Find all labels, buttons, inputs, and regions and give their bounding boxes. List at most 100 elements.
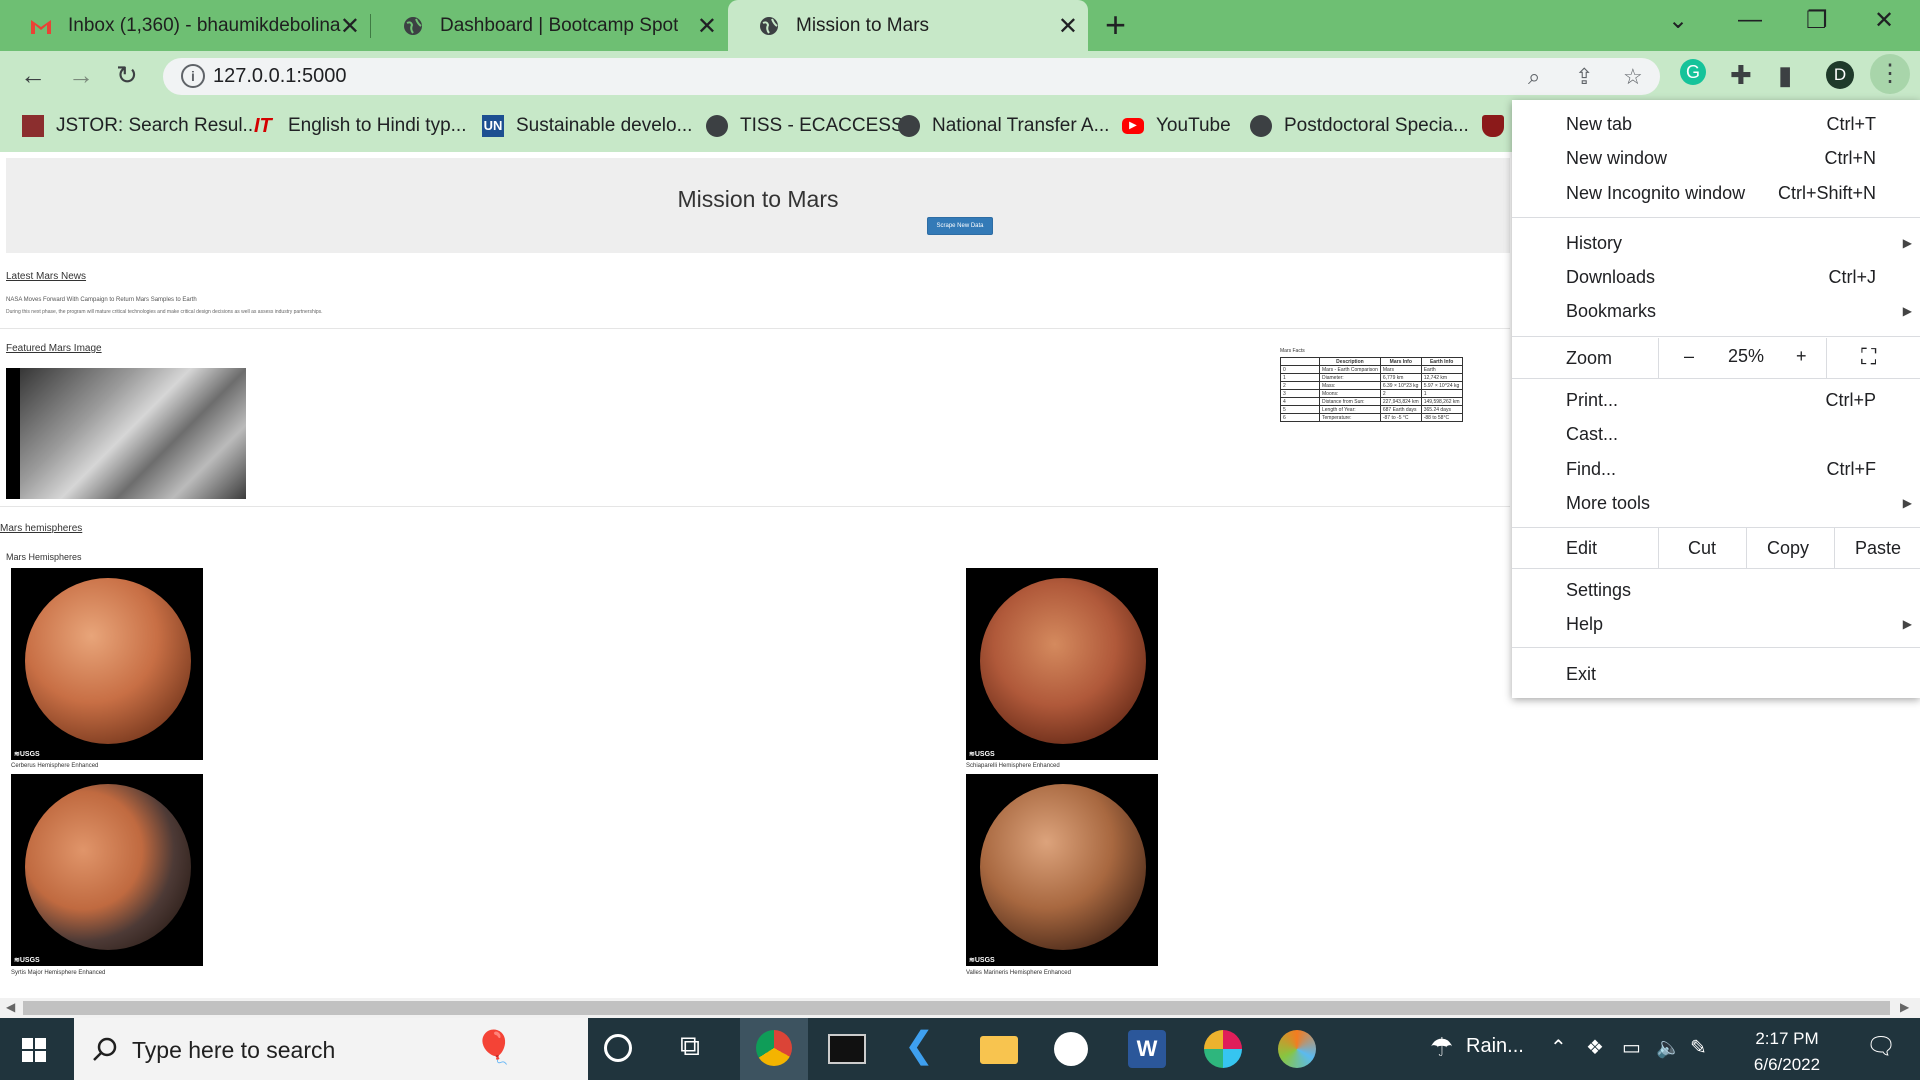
- menu-exit[interactable]: Exit: [1566, 664, 1596, 685]
- vscode-icon[interactable]: ❮: [904, 1024, 942, 1065]
- tab-title: Mission to Mars: [796, 14, 930, 36]
- tab-bootcamp[interactable]: Dashboard | Bootcamp Spot ✕: [372, 0, 727, 51]
- taskbar-chrome[interactable]: [740, 1018, 808, 1080]
- paint-icon[interactable]: [1278, 1030, 1316, 1068]
- word-icon[interactable]: W: [1128, 1030, 1166, 1068]
- profile-avatar[interactable]: D: [1826, 61, 1854, 89]
- table-header: Earth Info: [1420, 357, 1463, 366]
- bookmark-english-hindi[interactable]: IT English to Hindi typ...: [254, 115, 466, 137]
- table-row: 6 Temperature: -87 to -5 °C -88 to 58°C: [1280, 413, 1463, 422]
- shortcut: Ctrl+F: [1826, 459, 1877, 479]
- un-icon: UN: [482, 115, 504, 137]
- copy-button[interactable]: Copy: [1767, 538, 1809, 559]
- hemisphere-image-valles-marineris: ≋USGS: [966, 774, 1158, 966]
- close-window-icon[interactable]: ✕: [1874, 6, 1894, 35]
- tab-separator: [370, 14, 371, 38]
- menu-settings[interactable]: Settings: [1566, 580, 1631, 601]
- extensions-icon[interactable]: ✚: [1730, 60, 1752, 91]
- scrape-button[interactable]: Scrape New Data: [927, 217, 993, 235]
- zoom-out-button[interactable]: –: [1684, 346, 1694, 367]
- hemispheres-heading: Mars hemispheres: [0, 523, 83, 534]
- table-header: Mars Info: [1379, 357, 1422, 366]
- bookmark-postdoctoral[interactable]: Postdoctoral Specia...: [1250, 115, 1469, 137]
- cut-button[interactable]: Cut: [1688, 538, 1716, 559]
- tab-mission-to-mars[interactable]: Mission to Mars ✕: [728, 0, 1088, 51]
- bookmark-tiss[interactable]: TISS - ECACCESS: [706, 115, 904, 137]
- bookmark-youtube[interactable]: ▶ YouTube: [1122, 115, 1231, 137]
- zoom-icon[interactable]: ⌕: [1528, 64, 1540, 90]
- submenu-arrow-icon: ▶: [1902, 496, 1912, 510]
- volume-icon[interactable]: 🔈: [1656, 1035, 1681, 1060]
- fullscreen-icon[interactable]: ⛶: [1861, 344, 1876, 370]
- url-text[interactable]: 127.0.0.1:5000: [213, 65, 346, 88]
- menu-bookmarks[interactable]: Bookmarks: [1566, 301, 1656, 322]
- menu-history[interactable]: History: [1566, 233, 1622, 254]
- hemispheres-subheading: Mars Hemispheres: [6, 552, 82, 562]
- tab-strip: Inbox (1,360) - bhaumikdebolina ✕ Dashbo…: [0, 0, 1920, 51]
- menu-new-incognito[interactable]: New Incognito window: [1566, 183, 1745, 204]
- horizontal-scrollbar[interactable]: ◀ ▶: [0, 998, 1920, 1018]
- minimize-icon[interactable]: —: [1738, 6, 1762, 34]
- menu-downloads[interactable]: Downloads: [1566, 267, 1655, 288]
- bookmark-star-icon[interactable]: ☆: [1623, 64, 1643, 90]
- notifications-icon[interactable]: 🗨: [1866, 1032, 1896, 1061]
- taskbar-search-box[interactable]: Type here to search 🎈: [74, 1018, 588, 1080]
- new-tab-icon[interactable]: +: [1105, 4, 1126, 46]
- news-heading: Latest Mars News: [6, 271, 87, 282]
- paste-button[interactable]: Paste: [1855, 538, 1901, 559]
- site-info-icon[interactable]: i: [181, 64, 205, 88]
- scroll-left-icon[interactable]: ◀: [6, 1000, 15, 1014]
- close-tab-icon[interactable]: ✕: [340, 12, 360, 41]
- menu-divider: [1512, 336, 1920, 337]
- share-icon[interactable]: ⇪: [1575, 64, 1593, 90]
- balloons-icon: 🎈: [474, 1029, 514, 1065]
- back-icon[interactable]: ←: [20, 60, 46, 91]
- tab-search-icon[interactable]: ⌄: [1668, 6, 1688, 35]
- scroll-right-icon[interactable]: ▶: [1900, 1000, 1909, 1014]
- restore-icon[interactable]: ❐: [1806, 6, 1828, 35]
- reload-icon[interactable]: ↻: [116, 60, 138, 91]
- menu-more-tools[interactable]: More tools: [1566, 493, 1650, 514]
- terminal-icon[interactable]: [828, 1034, 866, 1064]
- menu-find[interactable]: Find...: [1566, 459, 1616, 480]
- tab-title: Inbox (1,360) - bhaumikdebolina: [68, 14, 341, 36]
- menu-help[interactable]: Help: [1566, 614, 1603, 635]
- grammarly-icon[interactable]: G: [1680, 59, 1706, 85]
- tab-inbox[interactable]: Inbox (1,360) - bhaumikdebolina ✕: [0, 0, 370, 51]
- forward-icon[interactable]: →: [68, 60, 94, 91]
- menu-cast[interactable]: Cast...: [1566, 424, 1618, 445]
- bookmark-label: Sustainable develo...: [516, 115, 693, 136]
- pen-icon[interactable]: ✎: [1690, 1035, 1707, 1060]
- scrollbar-thumb[interactable]: [23, 1001, 1890, 1015]
- mongodb-icon[interactable]: [1054, 1032, 1088, 1066]
- chrome-icon: [756, 1030, 792, 1066]
- bookmark-national-transfer[interactable]: National Transfer A...: [898, 115, 1109, 137]
- tray-expand-icon[interactable]: ⌃: [1550, 1035, 1567, 1060]
- bookmark-jstor[interactable]: JSTOR: Search Resul...: [22, 115, 258, 137]
- slack-icon[interactable]: [1204, 1030, 1242, 1068]
- battery-icon[interactable]: ▭: [1622, 1035, 1641, 1060]
- cortana-icon[interactable]: [604, 1034, 632, 1062]
- file-explorer-icon[interactable]: [980, 1036, 1018, 1064]
- taskbar-clock[interactable]: 2:17 PM 6/6/2022: [1722, 1026, 1852, 1078]
- side-panel-icon[interactable]: ▮: [1778, 60, 1792, 91]
- edit-divider: [1658, 528, 1659, 568]
- bookmark-label: TISS - ECACCESS: [740, 115, 904, 136]
- menu-new-tab[interactable]: New tab: [1566, 114, 1632, 135]
- mars-facts-table: Description Mars Info Earth Info 0 Mars - E…: [1280, 357, 1463, 422]
- bookmark-sustainable[interactable]: UN Sustainable develo...: [482, 115, 692, 137]
- chrome-menu-icon[interactable]: ⋮: [1870, 54, 1910, 94]
- menu-new-window[interactable]: New window: [1566, 148, 1667, 169]
- address-bar[interactable]: i 127.0.0.1:5000 ⌕ ⇪ ☆: [163, 58, 1660, 95]
- dropbox-icon[interactable]: ❖: [1586, 1035, 1604, 1060]
- youtube-icon: ▶: [1122, 118, 1144, 134]
- weather-icon[interactable]: ☂: [1430, 1032, 1453, 1063]
- weather-text[interactable]: Rain...: [1466, 1035, 1524, 1058]
- task-view-icon[interactable]: ⧉: [680, 1030, 718, 1068]
- close-tab-icon[interactable]: ✕: [697, 12, 717, 41]
- windows-start-icon[interactable]: [22, 1038, 46, 1062]
- close-tab-icon[interactable]: ✕: [1058, 12, 1078, 41]
- zoom-in-button[interactable]: +: [1796, 346, 1807, 367]
- bookmark-more[interactable]: [1482, 115, 1516, 137]
- menu-print[interactable]: Print...: [1566, 390, 1618, 411]
